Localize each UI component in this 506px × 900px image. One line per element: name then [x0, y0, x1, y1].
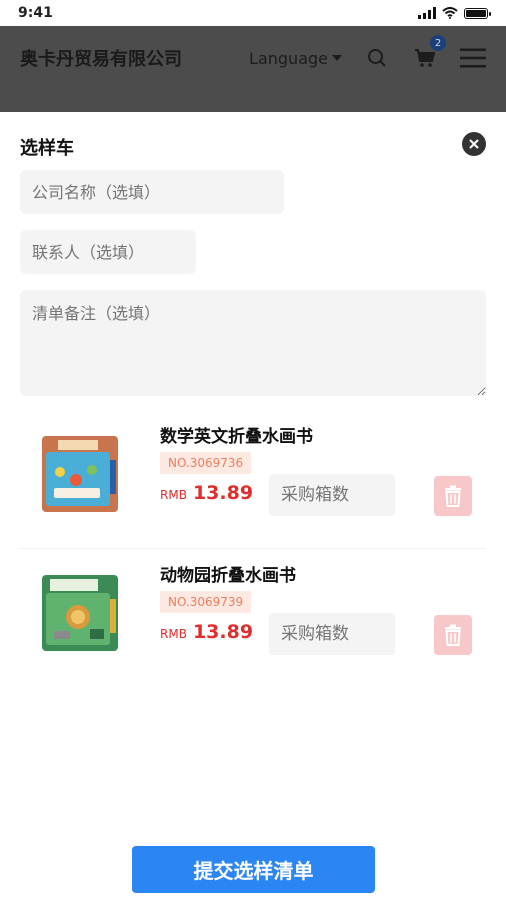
- sku-badge: NO.3069736: [160, 452, 252, 474]
- app-header: 奥卡丹贸易有限公司 Language 2: [0, 26, 506, 112]
- hamburger-menu-icon: [460, 48, 486, 68]
- cart-count-badge: 2: [430, 35, 446, 51]
- list-note-textarea[interactable]: [20, 290, 486, 396]
- cart-icon: [415, 49, 436, 67]
- menu-button[interactable]: [460, 45, 486, 71]
- status-bar: 9:41: [0, 0, 506, 26]
- signal-icon: [418, 7, 436, 19]
- caret-down-icon: [332, 55, 342, 61]
- purchase-boxes-input[interactable]: [269, 474, 395, 516]
- delete-item-button[interactable]: [434, 476, 472, 516]
- price-amount: 13.89: [192, 621, 254, 643]
- search-icon: [368, 49, 386, 67]
- wifi-icon: [442, 7, 458, 19]
- close-button[interactable]: [462, 132, 486, 156]
- language-selector[interactable]: Language: [249, 49, 342, 68]
- brand-name: 奥卡丹贸易有限公司: [20, 49, 182, 70]
- status-icons: [418, 7, 491, 19]
- cart-button[interactable]: 2: [412, 35, 446, 71]
- price: RMB 13.89: [160, 621, 253, 643]
- cart-item: 动物园折叠水画书 NO.3069739 RMB 13.89: [20, 548, 486, 676]
- price-currency: RMB: [160, 627, 187, 641]
- close-icon: [469, 139, 479, 149]
- trash-icon: [445, 485, 461, 507]
- contact-person-input[interactable]: [20, 230, 196, 274]
- product-name[interactable]: 动物园折叠水画书: [160, 561, 296, 586]
- price: RMB 13.89: [160, 482, 253, 504]
- sku-badge: NO.3069739: [160, 591, 252, 613]
- language-label: Language: [249, 48, 328, 68]
- status-time: 9:41: [18, 5, 53, 21]
- trash-icon: [445, 624, 461, 646]
- price-amount: 13.89: [192, 482, 254, 504]
- header-actions: Language 2: [249, 35, 486, 71]
- company-name-input[interactable]: [20, 170, 284, 214]
- price-currency: RMB: [160, 488, 187, 502]
- product-image[interactable]: [36, 430, 124, 518]
- delete-item-button[interactable]: [434, 615, 472, 655]
- battery-icon: [464, 7, 491, 19]
- search-button[interactable]: [364, 45, 390, 71]
- product-image[interactable]: [36, 569, 124, 657]
- submit-sample-list-button[interactable]: 提交选样清单: [132, 846, 375, 893]
- product-name[interactable]: 数学英文折叠水画书: [160, 422, 313, 447]
- panel-title: 选样车: [20, 138, 74, 159]
- cart-item: 数学英文折叠水画书 NO.3069736 RMB 13.89: [20, 410, 486, 538]
- purchase-boxes-input[interactable]: [269, 613, 395, 655]
- sample-cart-panel: 选样车 数学英文折叠水画书 NO.3069736 RMB 13.89: [0, 112, 506, 900]
